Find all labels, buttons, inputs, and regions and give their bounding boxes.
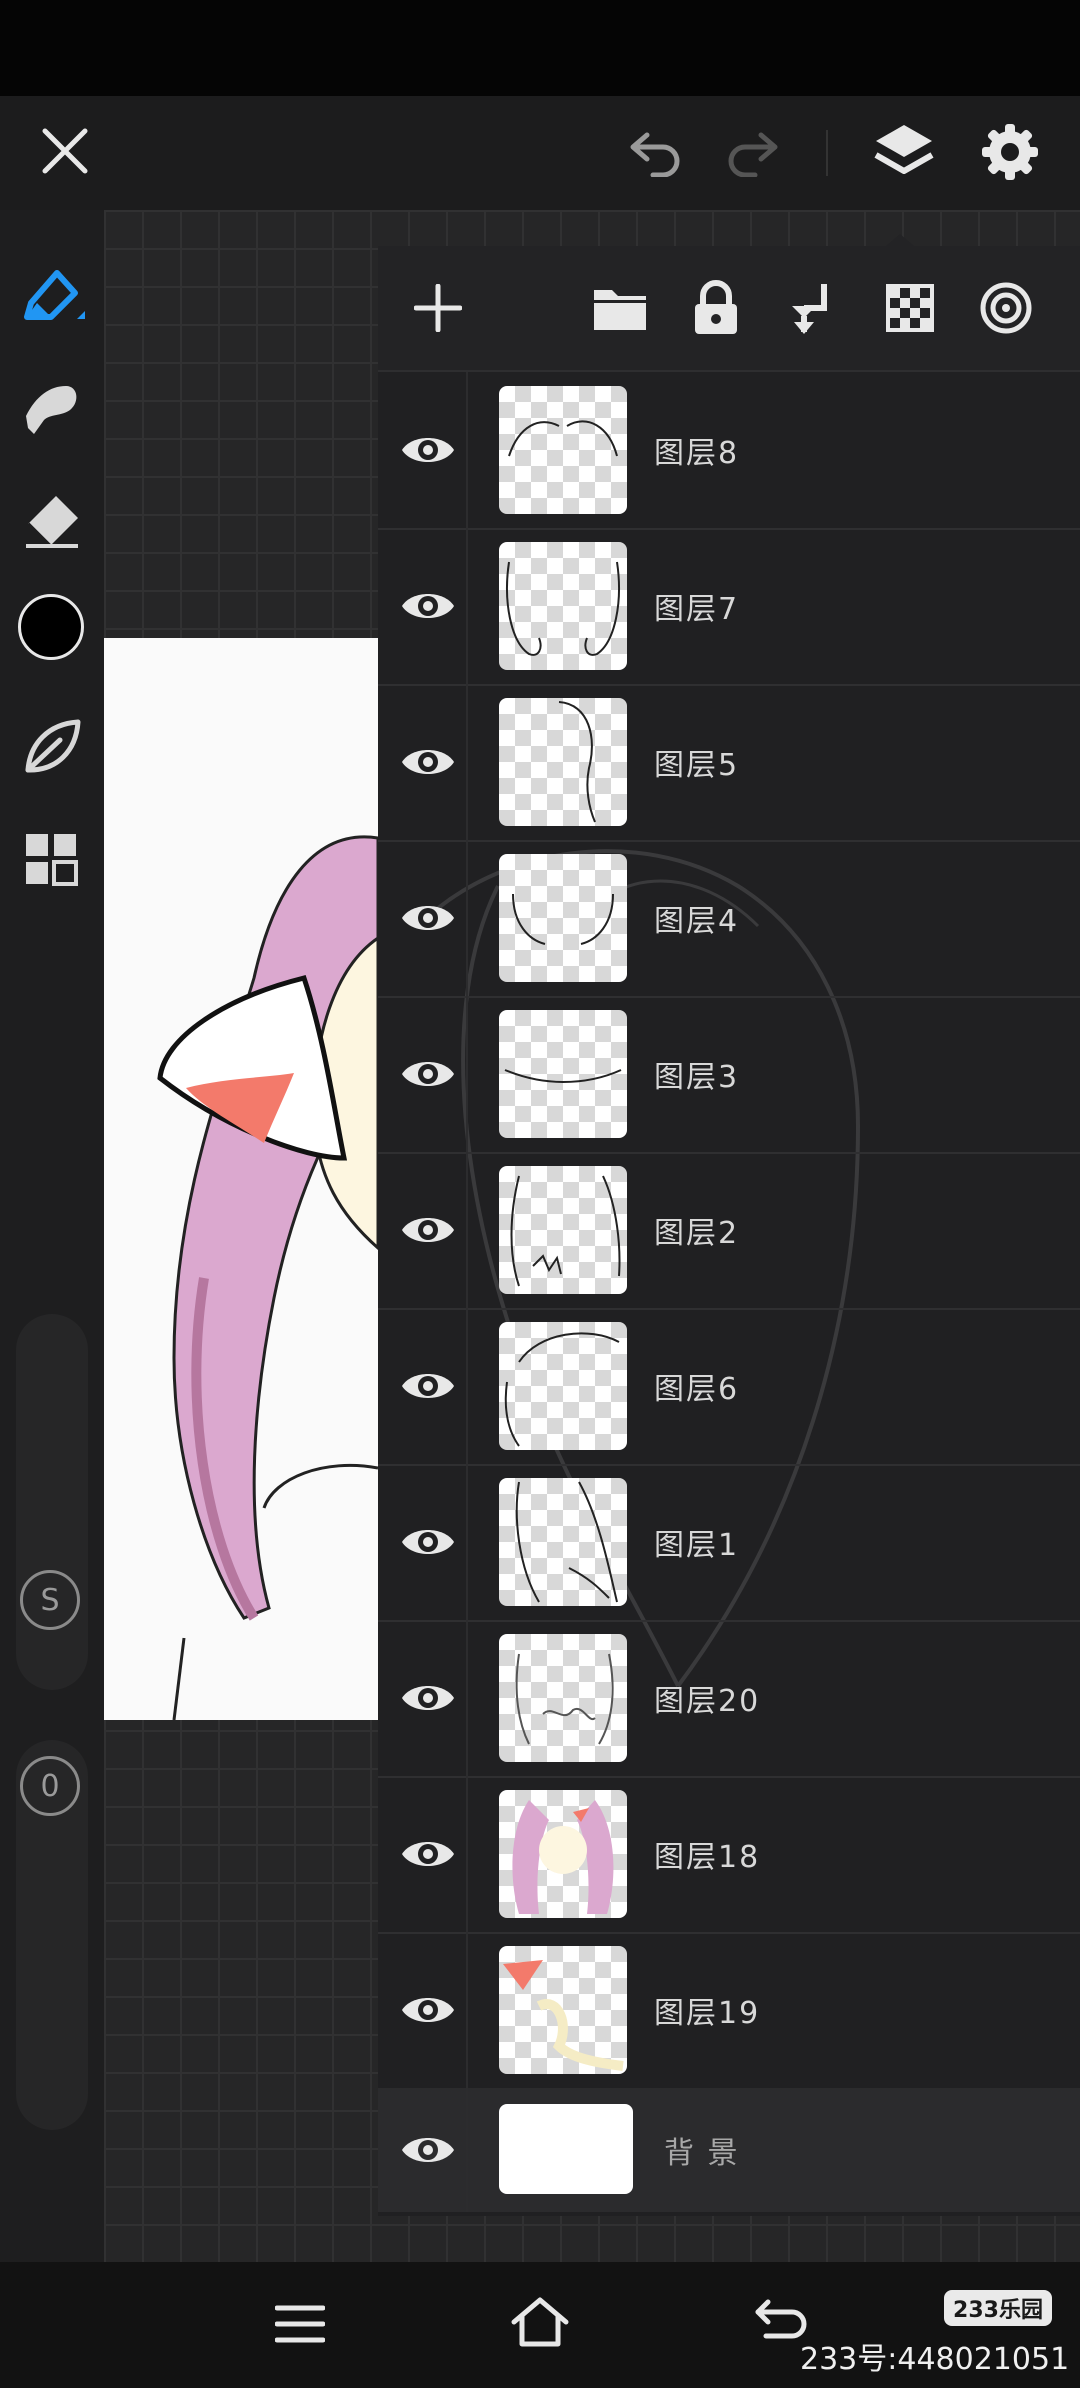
row-divider xyxy=(466,1464,468,1620)
layer-name: 图层19 xyxy=(654,1996,761,2031)
panel-pointer xyxy=(886,234,914,246)
eye-icon[interactable] xyxy=(400,1208,456,1252)
artwork-canvas[interactable] xyxy=(104,638,378,1720)
toolbar-divider xyxy=(826,130,828,176)
layer-row[interactable]: 图层2 xyxy=(378,1152,1080,1310)
layers-icon[interactable] xyxy=(868,114,940,190)
eye-icon[interactable] xyxy=(400,1676,456,1720)
layer-row[interactable]: 图层4 xyxy=(378,840,1080,998)
layer-name: 图层6 xyxy=(654,1372,740,1407)
layer-row[interactable]: 图层5 xyxy=(378,684,1080,842)
row-divider xyxy=(466,1776,468,1932)
pen-icon[interactable] xyxy=(14,256,90,332)
size-slider[interactable] xyxy=(16,1314,88,1690)
eye-icon[interactable] xyxy=(400,740,456,784)
layer-name: 图层1 xyxy=(654,1528,740,1563)
layer-thumbnail xyxy=(499,1478,627,1606)
row-divider xyxy=(466,2088,468,2212)
checkerboard-icon[interactable] xyxy=(880,278,940,338)
eye-icon[interactable] xyxy=(400,1832,456,1876)
eraser-icon[interactable] xyxy=(14,482,90,558)
layer-row[interactable]: 图层18 xyxy=(378,1776,1080,1934)
undo-icon[interactable] xyxy=(620,120,690,184)
menu-icon[interactable] xyxy=(262,2292,338,2356)
eye-icon[interactable] xyxy=(400,584,456,628)
watermark-logo: 233乐园 xyxy=(944,2290,1052,2326)
left-toolbar: S 0 xyxy=(0,210,104,2262)
background-thumbnail xyxy=(499,2104,633,2194)
layer-thumbnail xyxy=(499,698,627,826)
layer-name: 背 景 xyxy=(664,2136,740,2171)
leaf-icon[interactable] xyxy=(14,708,90,784)
layer-name: 图层18 xyxy=(654,1840,761,1875)
row-divider xyxy=(466,996,468,1152)
eye-icon[interactable] xyxy=(400,1364,456,1408)
merge-down-icon[interactable] xyxy=(782,276,842,340)
color-swatch[interactable] xyxy=(18,594,84,660)
layer-row[interactable]: 图层3 xyxy=(378,996,1080,1154)
layer-thumbnail xyxy=(499,1946,627,2074)
row-divider xyxy=(466,528,468,684)
layer-thumbnail xyxy=(499,542,627,670)
layer-row[interactable]: 图层7 xyxy=(378,528,1080,686)
row-divider xyxy=(466,1932,468,2088)
background-layer-row[interactable]: 背 景 xyxy=(378,2088,1080,2212)
gear-icon[interactable] xyxy=(974,116,1046,188)
layer-thumbnail xyxy=(499,1790,627,1918)
plus-icon[interactable] xyxy=(408,278,468,338)
row-divider xyxy=(466,840,468,996)
layer-name: 图层3 xyxy=(654,1060,740,1095)
eye-icon[interactable] xyxy=(400,896,456,940)
watermark-id: 233号:448021051 xyxy=(800,2342,1070,2377)
home-icon[interactable] xyxy=(502,2288,578,2356)
layer-name: 图层8 xyxy=(654,436,740,471)
top-toolbar xyxy=(0,96,1080,210)
layer-thumbnail xyxy=(499,1634,627,1762)
layer-thumbnail xyxy=(499,386,627,514)
grid-icon[interactable] xyxy=(14,822,90,898)
layer-row[interactable]: 图层20 xyxy=(378,1620,1080,1778)
eye-icon[interactable] xyxy=(400,1988,456,2032)
layer-name: 图层4 xyxy=(654,904,740,939)
artwork-drawing xyxy=(157,835,378,1720)
layer-thumbnail xyxy=(499,1322,627,1450)
eye-icon[interactable] xyxy=(400,1520,456,1564)
layer-row[interactable]: 图层6 xyxy=(378,1308,1080,1466)
concentric-circles-icon[interactable] xyxy=(976,278,1036,338)
eye-icon[interactable] xyxy=(400,428,456,472)
layer-name: 图层20 xyxy=(654,1684,761,1719)
layer-name: 图层5 xyxy=(654,748,740,783)
lock-icon[interactable] xyxy=(686,276,746,340)
close-icon[interactable] xyxy=(30,116,100,186)
layers-panel: 图层8 图层7 图层5 图层4 图层3 图层2 图层6 图层1 图层20 图层1… xyxy=(378,234,1080,2216)
row-divider xyxy=(466,1152,468,1308)
redo-icon[interactable] xyxy=(718,120,788,184)
eye-icon[interactable] xyxy=(400,2128,456,2172)
layer-row[interactable]: 图层19 xyxy=(378,1932,1080,2090)
layer-name: 图层2 xyxy=(654,1216,740,1251)
folder-icon[interactable] xyxy=(590,278,650,338)
row-divider xyxy=(466,684,468,840)
eye-icon[interactable] xyxy=(400,1052,456,1096)
row-divider xyxy=(466,372,468,528)
opacity-indicator: 0 xyxy=(20,1756,80,1816)
row-divider xyxy=(466,1620,468,1776)
size-indicator: S xyxy=(20,1570,80,1630)
status-bar xyxy=(0,0,1080,96)
layer-name: 图层7 xyxy=(654,592,740,627)
row-divider xyxy=(466,1308,468,1464)
layer-row[interactable]: 图层1 xyxy=(378,1464,1080,1622)
smudge-icon[interactable] xyxy=(14,370,90,446)
layer-thumbnail xyxy=(499,854,627,982)
layers-toolbar xyxy=(378,246,1080,372)
layer-thumbnail xyxy=(499,1166,627,1294)
layer-thumbnail xyxy=(499,1010,627,1138)
layer-row[interactable]: 图层8 xyxy=(378,372,1080,530)
